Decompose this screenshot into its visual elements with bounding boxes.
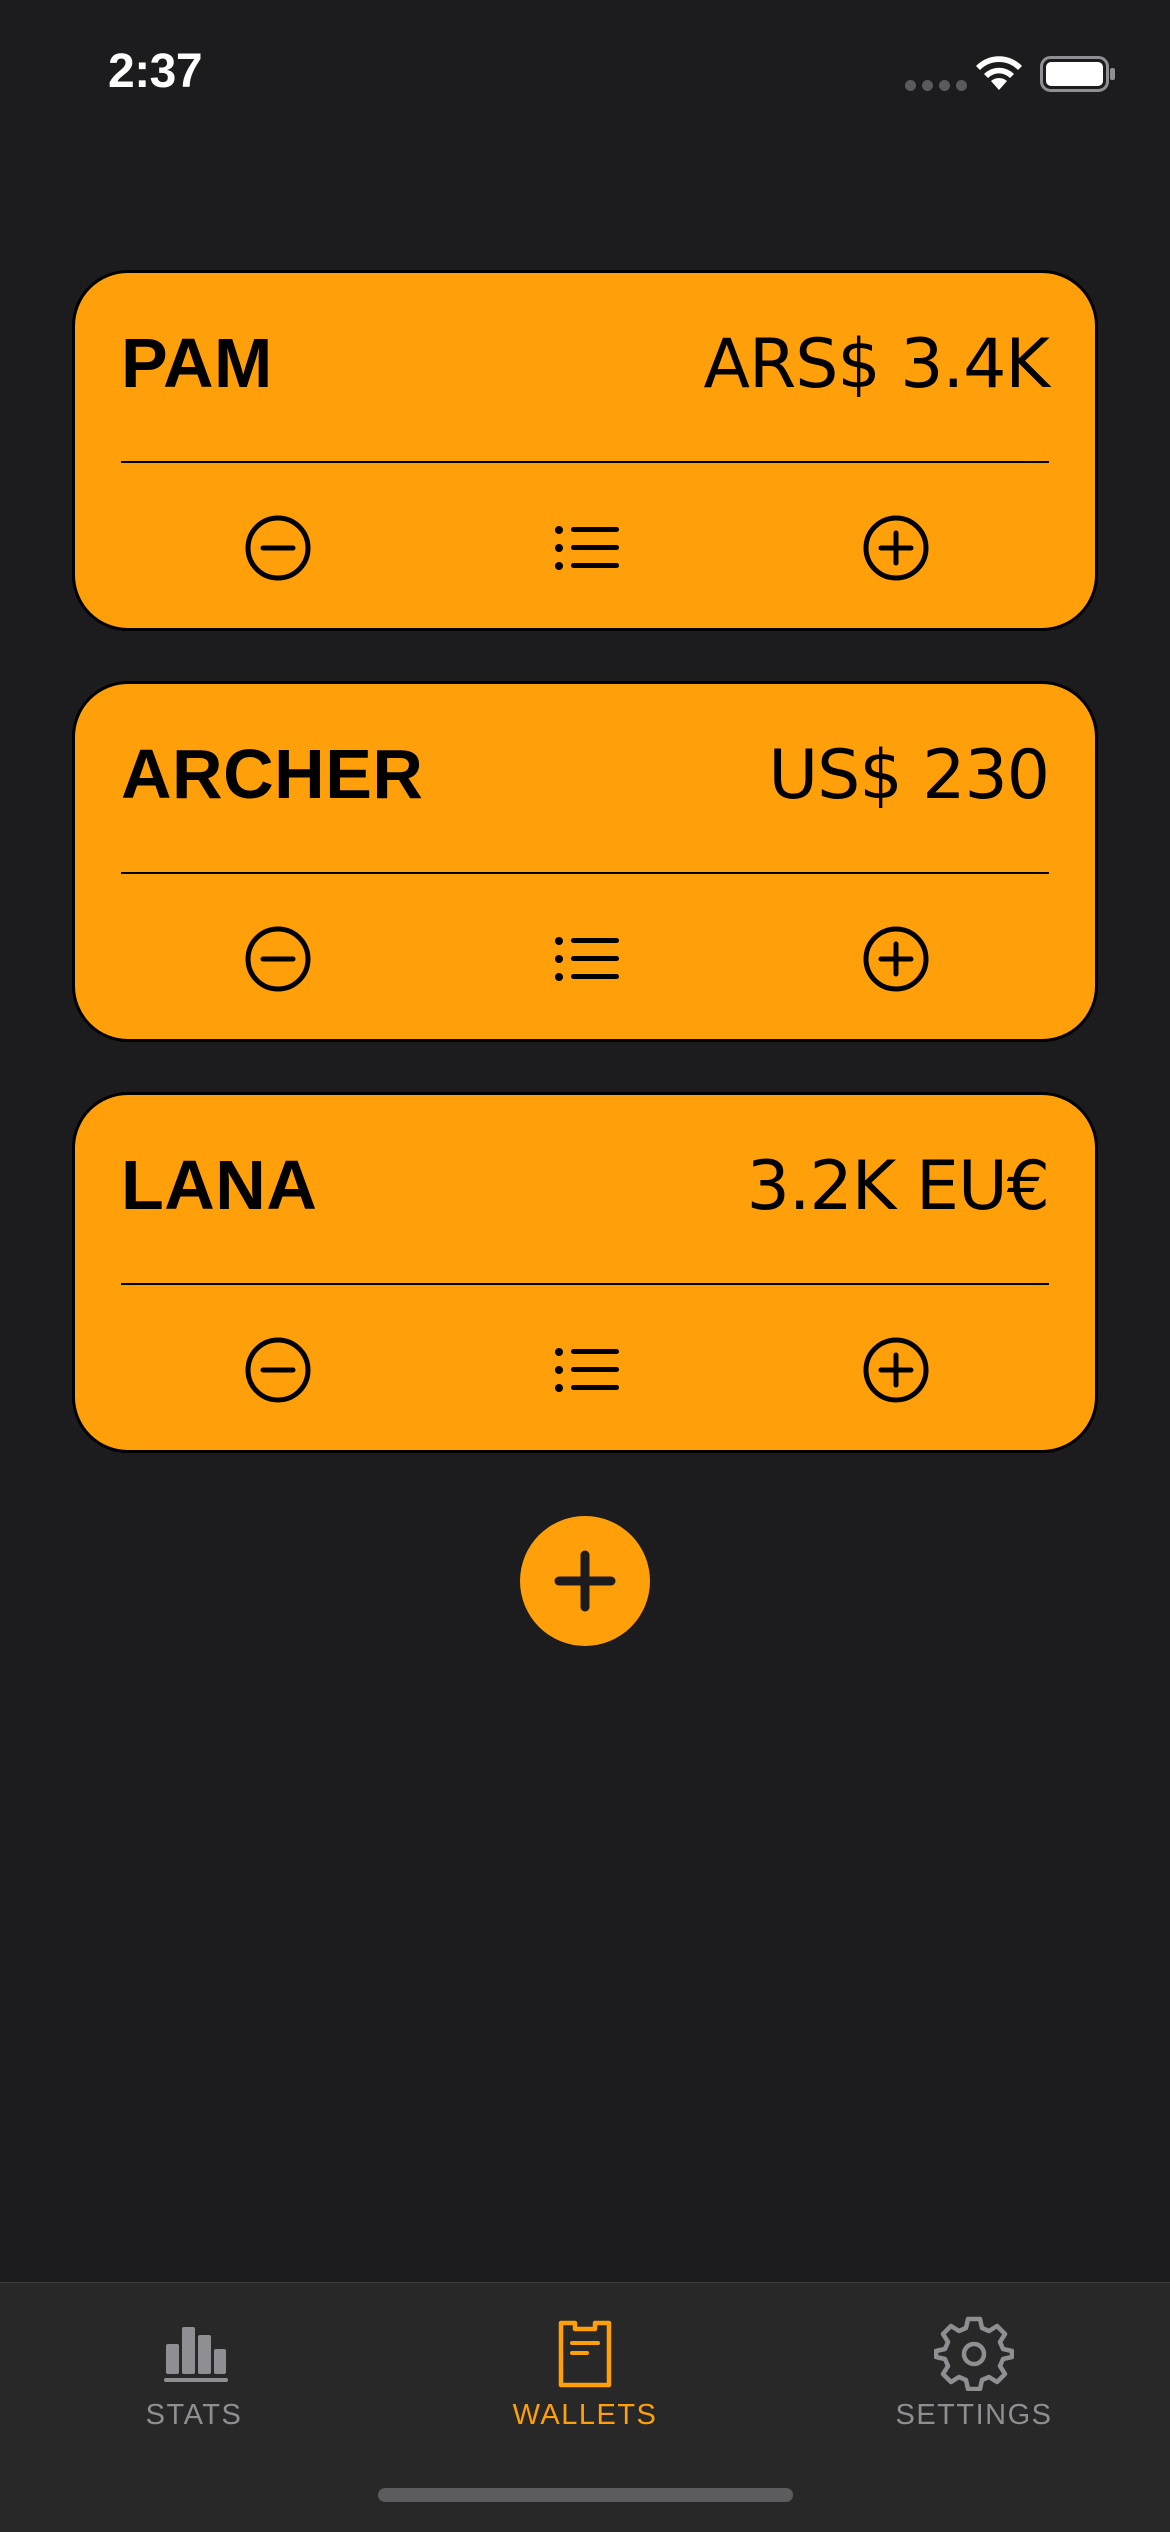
add-money-button[interactable] bbox=[861, 1335, 931, 1405]
wallet-card[interactable]: ARCHER US$ 230 bbox=[72, 681, 1098, 1042]
plus-circle-icon bbox=[863, 926, 929, 992]
wallet-name: PAM bbox=[121, 324, 273, 402]
wallet-card[interactable]: LANA 3.2K EU€ bbox=[72, 1092, 1098, 1453]
wallet-actions bbox=[75, 513, 1095, 583]
tab-label: SETTINGS bbox=[895, 2399, 1053, 2431]
wallet-card[interactable]: PAM ARS$ 3.4K bbox=[72, 270, 1098, 631]
wifi-icon bbox=[976, 56, 1022, 90]
minus-circle-icon bbox=[245, 926, 311, 992]
wallet-balance: 3.2K EU€ bbox=[746, 1147, 1050, 1226]
wallet-actions bbox=[75, 1335, 1095, 1405]
status-time: 2:37 bbox=[108, 45, 203, 98]
wallet-list: PAM ARS$ 3.4K ARCHER US$ 230 LANA 3.2K E… bbox=[72, 270, 1098, 1503]
transactions-list-button[interactable] bbox=[551, 1335, 621, 1405]
list-icon bbox=[555, 526, 619, 570]
tab-settings[interactable]: SETTINGS bbox=[824, 2311, 1124, 2461]
divider bbox=[121, 872, 1049, 874]
list-icon bbox=[555, 937, 619, 981]
tab-wallets[interactable]: WALLETS bbox=[435, 2311, 735, 2461]
transactions-list-button[interactable] bbox=[551, 513, 621, 583]
plus-icon bbox=[554, 1550, 616, 1612]
wallet-balance: US$ 230 bbox=[768, 736, 1050, 815]
transactions-list-button[interactable] bbox=[551, 924, 621, 994]
add-money-button[interactable] bbox=[861, 924, 931, 994]
add-money-button[interactable] bbox=[861, 513, 931, 583]
battery-icon bbox=[1040, 56, 1115, 92]
tab-label: WALLETS bbox=[512, 2399, 658, 2431]
add-wallet-button[interactable] bbox=[520, 1516, 650, 1646]
wallet-icon bbox=[558, 2320, 612, 2388]
wallet-name: ARCHER bbox=[121, 735, 424, 813]
tab-label: STATS bbox=[145, 2399, 243, 2431]
signal-dots-icon bbox=[905, 80, 967, 91]
wallets-screen: 2:37 PAM ARS$ 3.4K ARCHER US$ 230 LANA 3… bbox=[0, 0, 1170, 2532]
wallet-name: LANA bbox=[121, 1146, 318, 1224]
wallet-actions bbox=[75, 924, 1095, 994]
plus-circle-icon bbox=[863, 1337, 929, 1403]
plus-circle-icon bbox=[863, 515, 929, 581]
minus-circle-icon bbox=[245, 515, 311, 581]
minus-circle-icon bbox=[245, 1337, 311, 1403]
wallet-balance: ARS$ 3.4K bbox=[703, 325, 1050, 404]
status-bar: 2:37 bbox=[0, 0, 1170, 150]
list-icon bbox=[555, 1348, 619, 1392]
tab-stats[interactable]: STATS bbox=[44, 2311, 344, 2461]
divider bbox=[121, 1283, 1049, 1285]
home-indicator bbox=[378, 2488, 793, 2502]
remove-money-button[interactable] bbox=[243, 924, 313, 994]
remove-money-button[interactable] bbox=[243, 1335, 313, 1405]
gear-icon bbox=[934, 2316, 1014, 2391]
remove-money-button[interactable] bbox=[243, 513, 313, 583]
bar-chart-icon bbox=[164, 2327, 228, 2382]
divider bbox=[121, 461, 1049, 463]
